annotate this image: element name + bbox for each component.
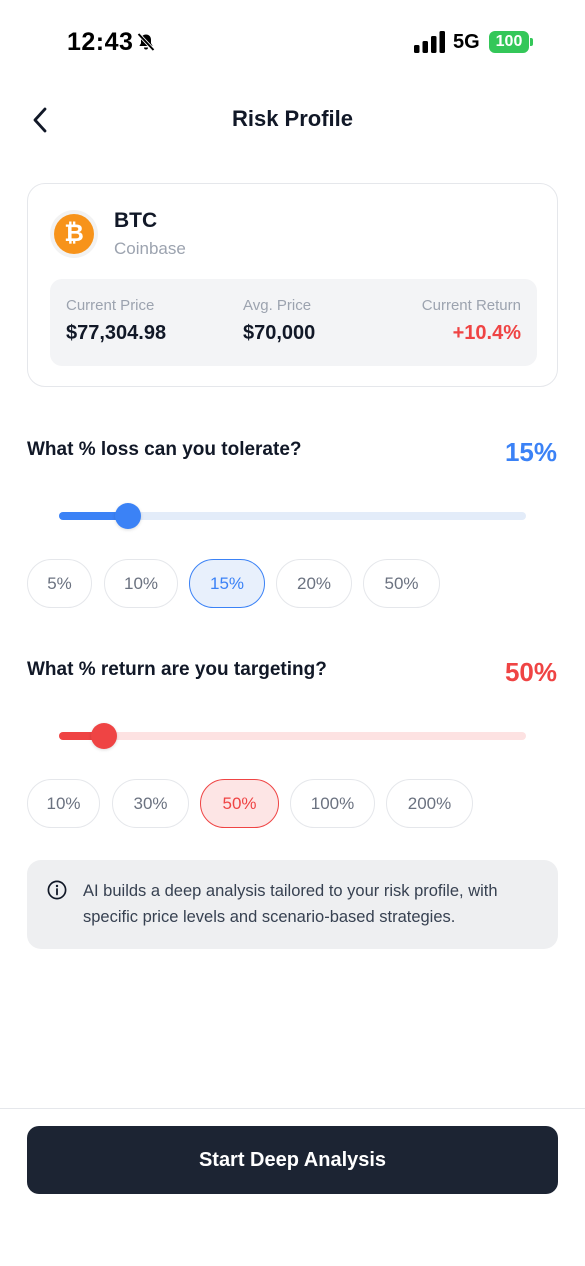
avg-price-stat: Avg. Price $70,000 <box>243 297 315 345</box>
asset-symbol: BTC <box>114 209 158 232</box>
return-option-chip[interactable]: 50% <box>200 779 279 828</box>
bitcoin-icon: ₿ <box>54 214 94 254</box>
avg-price-value: $70,000 <box>243 322 316 344</box>
avg-price-label: Avg. Price <box>243 297 312 314</box>
info-icon <box>47 880 67 900</box>
current-return-label: Current Return <box>421 297 521 314</box>
loss-slider-thumb[interactable] <box>114 503 141 529</box>
bitcoin-logo: ₿ <box>50 210 98 258</box>
loss-option-chip[interactable]: 50% <box>363 559 440 608</box>
status-bar: 12:43 5G 100 <box>0 0 585 86</box>
loss-option-chip[interactable]: 5% <box>27 559 92 608</box>
return-slider[interactable] <box>59 723 526 749</box>
asset-card: ₿ BTC Coinbase Current Price $77,304.98 … <box>27 183 558 387</box>
current-return-stat: Current Return +10.4% <box>422 297 521 345</box>
return-option-chip[interactable]: 10% <box>27 779 100 828</box>
battery-icon: 100 <box>489 31 533 53</box>
bell-muted-icon <box>137 32 155 52</box>
cellular-signal-icon <box>414 31 445 53</box>
page-title: Risk Profile <box>231 106 354 131</box>
loss-option-chip[interactable]: 15% <box>189 559 265 608</box>
start-deep-analysis-button[interactable]: Start Deep Analysis <box>27 1126 558 1194</box>
return-value: 50% <box>504 657 557 687</box>
return-slider-thumb[interactable] <box>91 723 118 749</box>
return-option-chip[interactable]: 200% <box>386 779 473 828</box>
loss-question-label: What % loss can you tolerate? <box>27 439 302 460</box>
info-box: AI builds a deep analysis tailored to yo… <box>27 860 558 949</box>
network-type: 5G <box>453 31 480 53</box>
current-price-value: $77,304.98 <box>66 322 167 344</box>
loss-value: 15% <box>504 437 557 467</box>
current-price-label: Current Price <box>66 297 155 314</box>
current-price-stat: Current Price $77,304.98 <box>66 297 166 345</box>
return-option-chip[interactable]: 100% <box>290 779 375 828</box>
asset-exchange: Coinbase <box>114 239 186 258</box>
info-text: AI builds a deep analysis tailored to yo… <box>83 882 498 926</box>
status-time: 12:43 <box>67 28 134 56</box>
loss-slider[interactable] <box>59 503 526 529</box>
loss-option-chip[interactable]: 10% <box>104 559 178 608</box>
bottom-divider <box>0 1108 585 1109</box>
loss-option-chip[interactable]: 20% <box>276 559 352 608</box>
asset-stats: Current Price $77,304.98 Avg. Price $70,… <box>50 279 537 366</box>
return-option-chip[interactable]: 30% <box>112 779 189 828</box>
battery-tip <box>530 38 533 46</box>
return-question-label: What % return are you targeting? <box>27 659 327 680</box>
current-return-value: +10.4% <box>452 322 521 344</box>
battery-level: 100 <box>489 31 529 53</box>
